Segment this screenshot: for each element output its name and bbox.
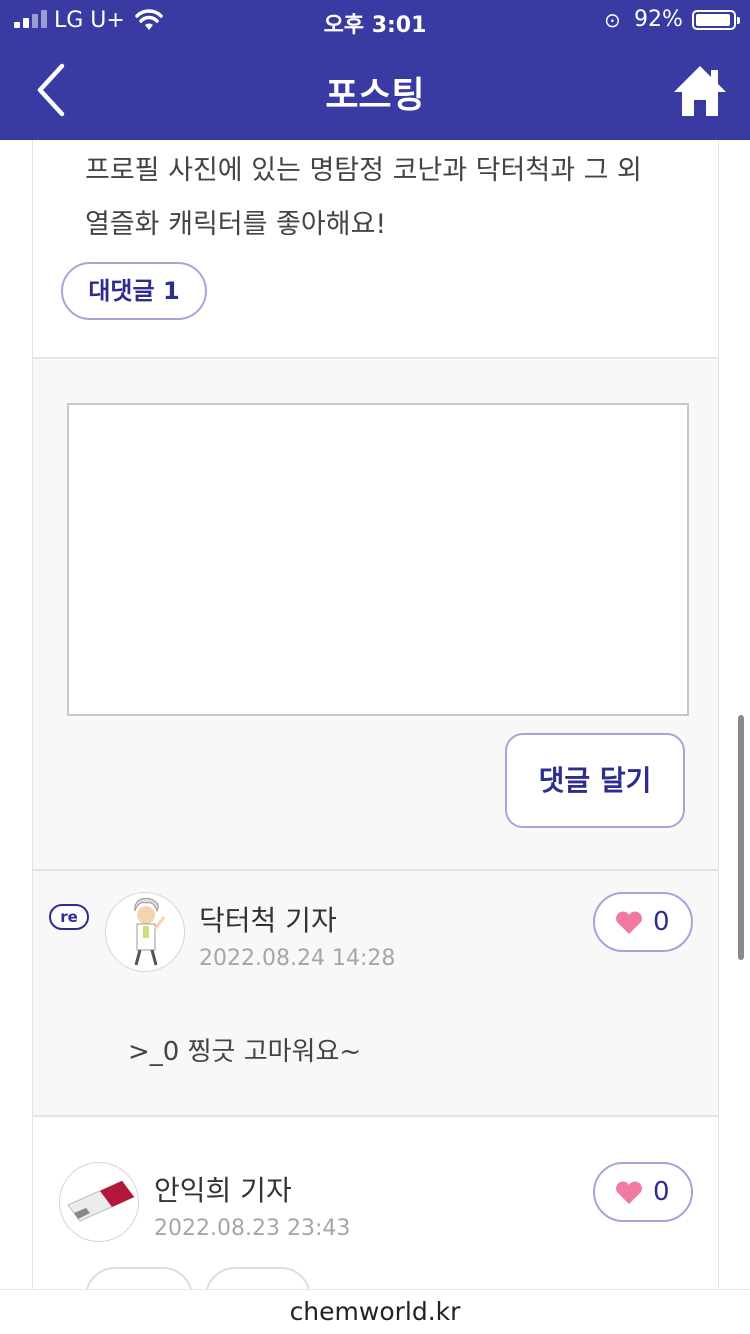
battery-percent: 92% (634, 7, 683, 32)
author-name: 안익희 기자 (154, 1174, 292, 1207)
like-button[interactable]: 0 (593, 1162, 693, 1222)
navigation-bar: 포스팅 (0, 40, 750, 140)
comment-date: 2022.08.24 14:28 (199, 946, 396, 971)
action-button[interactable] (85, 1267, 193, 1290)
reply-text: >_0 찡긋 고마워요~ (128, 1037, 362, 1067)
comment-date: 2022.08.23 23:43 (154, 1216, 351, 1241)
author-name: 닥터척 기자 (199, 904, 337, 937)
heart-icon (616, 1181, 642, 1204)
comments-section: 프로필 사진에 있는 명탐정 코난과 닥터척과 그 외 열즐화 캐릭터를 좋아해… (32, 140, 719, 1290)
battery-icon (692, 10, 740, 30)
like-count: 0 (653, 907, 670, 937)
like-count: 0 (653, 1177, 670, 1207)
comment-item: 프로필 사진에 있는 명탐정 코난과 닥터척과 그 외 열즐화 캐릭터를 좋아해… (33, 140, 718, 359)
comment-item: 안익희 기자 2022.08.23 23:43 0 (33, 1119, 718, 1290)
avatar (105, 892, 185, 972)
avatar (59, 1162, 139, 1242)
reply-form: 댓글 달기 (33, 360, 718, 871)
like-button[interactable]: 0 (593, 892, 693, 952)
reply-badge: re (49, 904, 89, 930)
product-avatar-icon (67, 1180, 135, 1222)
scientist-avatar-icon (134, 897, 166, 966)
reply-item: re 닥터척 기자 2022.08.24 14:28 0 >_0 찡긋 고마워요… (33, 871, 718, 1117)
orientation-lock-icon: ⊙ (604, 8, 621, 32)
action-button[interactable] (205, 1267, 311, 1290)
heart-icon (616, 911, 642, 934)
submit-reply-button[interactable]: 댓글 달기 (505, 733, 685, 828)
reply-count-button[interactable]: 대댓글 1 (61, 262, 207, 320)
home-icon[interactable] (672, 64, 728, 118)
browser-url-bar[interactable]: chemworld.kr (0, 1289, 750, 1334)
scrollbar[interactable] (738, 715, 744, 960)
page-title: 포스팅 (325, 75, 425, 116)
comment-text: 프로필 사진에 있는 명탐정 코난과 닥터척과 그 외 열즐화 캐릭터를 좋아해… (85, 155, 642, 240)
status-bar: LG U+ 오후 3:01 ⊙ 92% (0, 0, 750, 40)
reply-input[interactable] (67, 403, 689, 716)
